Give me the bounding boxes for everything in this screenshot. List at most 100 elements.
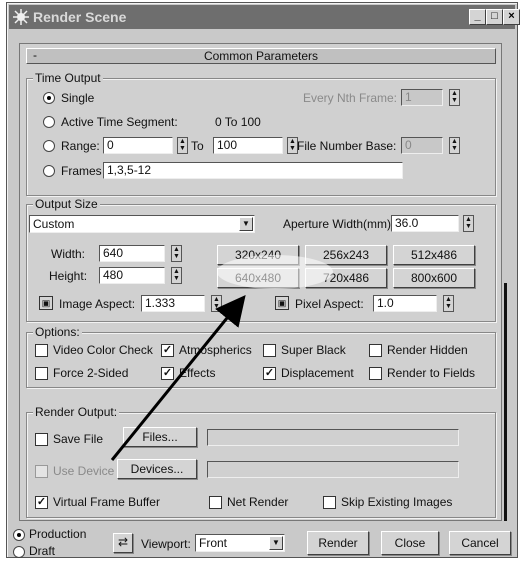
preset-640x480-button[interactable]: 640x480 [217,268,299,288]
device-name-field [207,461,459,478]
width-field[interactable]: 640 [99,245,165,262]
every-nth-frame-spinner[interactable]: ▲ ▼ [449,89,460,106]
video-color-check-label: Video Color Check [53,343,153,357]
aperture-width-spinner[interactable]: ▲ ▼ [463,215,474,232]
height-spinner[interactable]: ▲ ▼ [171,267,182,284]
range-radio[interactable] [43,140,55,152]
use-device-checkbox[interactable] [35,465,48,478]
every-nth-frame-field[interactable]: 1 [401,89,443,106]
skip-existing-images-checkbox[interactable] [323,496,336,509]
image-aspect-spinner[interactable]: ▲ ▼ [211,295,222,312]
production-radio[interactable] [13,529,25,541]
draft-label: Draft [29,544,56,558]
window-title: Render Scene [33,9,127,25]
render-hidden-checkbox[interactable] [369,344,382,357]
frames-field[interactable]: 1,3,5-12 [103,162,403,179]
force-2sided-label: Force 2-Sided [53,366,129,380]
pixel-aspect-lock-icon[interactable]: ▣ [275,296,289,310]
pixel-aspect-field[interactable]: 1.0 [373,295,437,312]
options-label: Options: [33,325,82,339]
collapse-icon[interactable]: - [33,48,37,62]
production-draft-swap-icon[interactable]: ⇄ [113,533,133,553]
output-file-path-field [207,429,459,446]
preset-800x600-button[interactable]: 800x600 [393,268,475,288]
pixel-aspect-spinner[interactable]: ▲ ▼ [443,295,454,312]
active-segment-value: 0 To 100 [215,115,261,129]
chevron-down-icon[interactable]: ▼ [269,536,283,550]
preset-320x240-button[interactable]: 320x240 [217,245,299,265]
super-black-checkbox[interactable] [263,344,276,357]
aperture-width-label: Aperture Width(mm): [283,217,395,231]
displacement-checkbox[interactable]: ✓ [263,367,276,380]
render-to-fields-checkbox[interactable] [369,367,382,380]
width-spinner[interactable]: ▲ ▼ [171,245,182,262]
width-label: Width: [51,247,86,261]
title-bar[interactable]: Render Scene _ □ × [9,5,520,29]
files-button[interactable]: Files... [123,427,197,447]
minimize-button[interactable]: _ [469,9,486,25]
rollout-header[interactable]: - Common Parameters [26,48,496,64]
time-output-label: Time Output [33,71,103,85]
common-parameters-rollout: - Common Parameters Time Output Single A… [19,43,502,521]
close-button[interactable]: Close [381,531,439,555]
aperture-width-field[interactable]: 36.0 [391,215,459,232]
height-field[interactable]: 480 [99,267,165,284]
single-label: Single [61,91,95,105]
viewport-dropdown[interactable]: Front ▼ [195,534,285,552]
preset-720x486-button[interactable]: 720x486 [305,268,387,288]
video-color-check-checkbox[interactable] [35,344,48,357]
rollout-title: Common Parameters [203,49,319,63]
image-aspect-field[interactable]: 1.333 [141,295,205,312]
output-size-preset-dropdown[interactable]: Custom ▼ [29,215,255,233]
output-size-label: Output Size [33,197,100,211]
render-teapot-icon [13,9,29,25]
pixel-aspect-label: Pixel Aspect: [295,297,364,311]
force-2sided-checkbox[interactable] [35,367,48,380]
cancel-button[interactable]: Cancel [449,531,511,555]
file-number-base-label: File Number Base: [297,139,397,153]
render-button[interactable]: Render [307,531,369,555]
save-file-label: Save File [53,432,104,446]
chevron-down-icon[interactable]: ▼ [239,217,253,231]
image-aspect-lock-icon[interactable]: ▣ [39,296,53,310]
active-segment-label: Active Time Segment: [61,115,178,129]
options-group: Options: Video Color Check ✓ Atmospheric… [26,325,496,388]
production-label: Production [29,527,87,541]
every-nth-frame-label: Every Nth Frame: [303,91,398,105]
skip-existing-images-label: Skip Existing Images [341,495,453,509]
effects-checkbox[interactable]: ✓ [161,367,174,380]
devices-button[interactable]: Devices... [117,459,197,479]
net-render-checkbox[interactable] [209,496,222,509]
render-scene-window: Render Scene _ □ × - Common Parameters T… [6,2,520,558]
viewport-value: Front [199,536,228,550]
frames-radio[interactable] [43,165,55,177]
atmospherics-checkbox[interactable]: ✓ [161,344,174,357]
range-end-field[interactable]: 100 [213,137,283,154]
time-output-group: Time Output Single Active Time Segment: … [26,71,496,196]
effects-label: Effects [179,366,216,380]
render-hidden-label: Render Hidden [387,343,468,357]
virtual-frame-buffer-checkbox[interactable]: ✓ [35,496,48,509]
height-label: Height: [49,269,88,283]
maximize-button[interactable]: □ [486,9,503,25]
preset-512x486-button[interactable]: 512x486 [393,245,475,265]
save-file-checkbox[interactable] [35,433,48,446]
close-window-button[interactable]: × [503,9,520,25]
draft-radio[interactable] [13,546,25,558]
file-number-base-spinner[interactable]: ▲ ▼ [449,137,460,154]
range-start-field[interactable]: 0 [103,137,173,154]
output-size-preset-value: Custom [33,217,75,231]
to-label: To [191,139,204,153]
rollout-scrollbar[interactable] [504,283,507,521]
range-start-spinner[interactable]: ▲ ▼ [177,137,188,154]
single-radio[interactable] [43,92,55,104]
preset-256x243-button[interactable]: 256x243 [305,245,387,265]
file-number-base-field[interactable]: 0 [401,137,443,154]
active-segment-radio[interactable] [43,116,55,128]
virtual-frame-buffer-label: Virtual Frame Buffer [53,495,160,509]
net-render-label: Net Render [227,495,289,509]
use-device-label: Use Device [53,464,115,478]
super-black-label: Super Black [281,343,346,357]
viewport-label: Viewport: [141,537,191,551]
render-to-fields-label: Render to Fields [387,366,476,380]
